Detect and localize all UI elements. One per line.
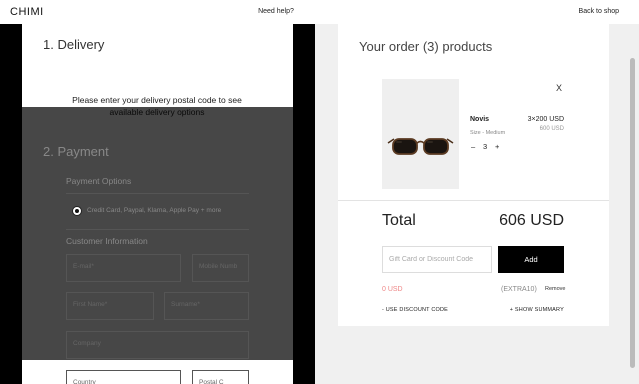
sunglasses-icon <box>387 138 454 155</box>
payment-options-heading: Payment Options <box>66 176 132 186</box>
summary-divider <box>338 200 609 201</box>
discount-amount: 0 USD <box>382 286 403 293</box>
order-title: Your order (3) products <box>359 39 493 54</box>
order-summary-card <box>338 24 609 326</box>
show-summary-toggle[interactable]: + SHOW SUMMARY <box>500 307 564 313</box>
payment-radio[interactable] <box>72 206 82 216</box>
back-to-shop-link[interactable]: Back to shop <box>579 8 619 15</box>
discount-code-input[interactable] <box>382 246 492 273</box>
add-discount-button[interactable]: Add <box>498 246 564 273</box>
surname-field[interactable]: Surname* <box>164 292 249 320</box>
product-original-price: 600 USD <box>539 126 564 132</box>
scrollbar[interactable] <box>630 58 635 368</box>
customer-info-heading: Customer Information <box>66 236 148 246</box>
postal-code-field[interactable]: Postal C <box>192 370 249 384</box>
divider-line <box>66 193 249 194</box>
divider-line <box>66 229 249 230</box>
remove-item-icon[interactable]: X <box>556 83 562 93</box>
country-field[interactable]: Country <box>66 370 181 384</box>
product-price: 3×200 USD <box>527 116 564 123</box>
total-value: 606 USD <box>499 212 564 229</box>
help-link[interactable]: Need help? <box>0 8 552 15</box>
email-field[interactable]: E-mail* <box>66 254 181 282</box>
top-bar: CHIMI Need help? Back to shop <box>0 0 639 24</box>
payment-option-label: Credit Card, Paypal, Klarna, Apple Pay +… <box>87 207 222 214</box>
delivery-section-title: 1. Delivery <box>43 37 105 52</box>
payment-section-title: 2. Payment <box>43 144 109 159</box>
discount-code-label: (EXTRA10) <box>501 286 537 293</box>
qty-decrease-button[interactable]: – <box>471 142 475 151</box>
company-field[interactable]: Company <box>66 331 249 359</box>
qty-value: 3 <box>483 142 488 151</box>
use-discount-code-toggle[interactable]: - USE DISCOUNT CODE <box>382 307 448 313</box>
product-name: Novis <box>470 116 490 123</box>
product-image[interactable] <box>382 79 459 189</box>
qty-increase-button[interactable]: + <box>495 142 499 151</box>
mobile-field[interactable]: Mobile Numb <box>192 254 249 282</box>
remove-discount-link[interactable]: Remove <box>545 286 565 292</box>
total-label: Total <box>382 212 416 229</box>
first-name-field[interactable]: First Name* <box>66 292 154 320</box>
